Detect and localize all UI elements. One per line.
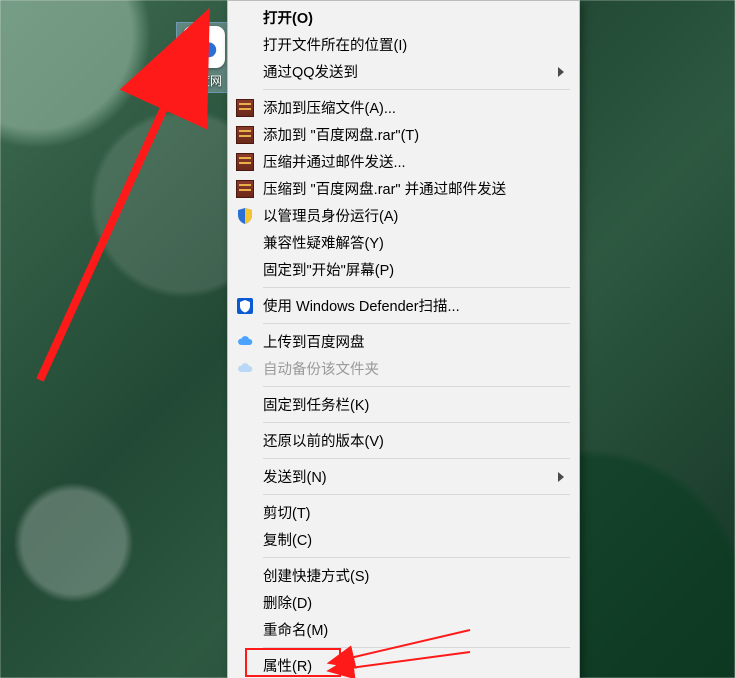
menu-open[interactable]: 打开(O) — [229, 4, 578, 31]
uac-shield-icon — [236, 207, 254, 225]
menu-separator — [263, 494, 570, 495]
winrar-icon — [236, 153, 254, 171]
menu-delete-label: 删除(D) — [263, 592, 312, 613]
menu-baidu-upload[interactable]: 上传到百度网盘 — [229, 328, 578, 355]
menu-qq-send-label: 通过QQ发送到 — [263, 61, 358, 82]
menu-compat-troubleshoot[interactable]: 兼容性疑难解答(Y) — [229, 229, 578, 256]
menu-baidu-upload-label: 上传到百度网盘 — [263, 331, 365, 352]
menu-pin-start[interactable]: 固定到"开始"屏幕(P) — [229, 256, 578, 283]
menu-baidu-auto-backup: 自动备份该文件夹 — [229, 355, 578, 382]
menu-separator — [263, 422, 570, 423]
menu-separator — [263, 557, 570, 558]
menu-defender-label: 使用 Windows Defender扫描... — [263, 295, 460, 316]
menu-rar-add-named-label: 添加到 "百度网盘.rar"(T) — [263, 124, 419, 145]
menu-copy[interactable]: 复制(C) — [229, 526, 578, 553]
menu-separator — [263, 323, 570, 324]
submenu-arrow-icon — [558, 472, 564, 482]
menu-rar-add[interactable]: 添加到压缩文件(A)... — [229, 94, 578, 121]
menu-rar-add-label: 添加到压缩文件(A)... — [263, 97, 396, 118]
menu-rar-email[interactable]: 压缩并通过邮件发送... — [229, 148, 578, 175]
menu-pin-taskbar[interactable]: 固定到任务栏(K) — [229, 391, 578, 418]
menu-separator — [263, 386, 570, 387]
menu-separator — [263, 647, 570, 648]
menu-copy-label: 复制(C) — [263, 529, 312, 550]
desktop-icon-baidu-netdisk[interactable]: 百度网 — [176, 22, 232, 93]
menu-properties-label: 属性(R) — [263, 655, 312, 676]
submenu-arrow-icon — [558, 67, 564, 77]
menu-compat-label: 兼容性疑难解答(Y) — [263, 232, 384, 253]
menu-rename[interactable]: 重命名(M) — [229, 616, 578, 643]
menu-restore-previous-versions[interactable]: 还原以前的版本(V) — [229, 427, 578, 454]
windows-defender-icon — [236, 297, 254, 315]
menu-rar-email-label: 压缩并通过邮件发送... — [263, 151, 406, 172]
menu-open-label: 打开(O) — [263, 7, 313, 28]
menu-send-to-label: 发送到(N) — [263, 466, 327, 487]
menu-cut[interactable]: 剪切(T) — [229, 499, 578, 526]
menu-qq-send[interactable]: 通过QQ发送到 — [229, 58, 578, 85]
menu-create-shortcut[interactable]: 创建快捷方式(S) — [229, 562, 578, 589]
menu-properties[interactable]: 属性(R) — [229, 652, 578, 678]
menu-open-location-label: 打开文件所在的位置(I) — [263, 34, 407, 55]
menu-send-to[interactable]: 发送到(N) — [229, 463, 578, 490]
menu-rar-named-email[interactable]: 压缩到 "百度网盘.rar" 并通过邮件发送 — [229, 175, 578, 202]
menu-rar-add-named[interactable]: 添加到 "百度网盘.rar"(T) — [229, 121, 578, 148]
menu-cut-label: 剪切(T) — [263, 502, 311, 523]
menu-separator — [263, 458, 570, 459]
menu-restore-prev-label: 还原以前的版本(V) — [263, 430, 384, 451]
menu-rar-named-email-label: 压缩到 "百度网盘.rar" 并通过邮件发送 — [263, 178, 506, 199]
context-menu: 打开(O) 打开文件所在的位置(I) 通过QQ发送到 添加到压缩文件(A)...… — [227, 0, 580, 678]
menu-run-as-admin[interactable]: 以管理员身份运行(A) — [229, 202, 578, 229]
menu-baidu-backup-label: 自动备份该文件夹 — [263, 358, 379, 379]
menu-pin-start-label: 固定到"开始"屏幕(P) — [263, 259, 394, 280]
winrar-icon — [236, 180, 254, 198]
menu-create-shortcut-label: 创建快捷方式(S) — [263, 565, 369, 586]
menu-rename-label: 重命名(M) — [263, 619, 328, 640]
winrar-icon — [236, 126, 254, 144]
menu-separator — [263, 89, 570, 90]
menu-separator — [263, 287, 570, 288]
menu-delete[interactable]: 删除(D) — [229, 589, 578, 616]
winrar-icon — [236, 99, 254, 117]
baidu-netdisk-icon — [183, 26, 225, 68]
desktop-icon-label: 百度网 — [186, 72, 222, 89]
menu-defender-scan[interactable]: 使用 Windows Defender扫描... — [229, 292, 578, 319]
baidu-cloud-icon — [236, 333, 254, 351]
menu-pin-taskbar-label: 固定到任务栏(K) — [263, 394, 369, 415]
menu-open-file-location[interactable]: 打开文件所在的位置(I) — [229, 31, 578, 58]
baidu-cloud-icon — [236, 360, 254, 378]
menu-run-as-admin-label: 以管理员身份运行(A) — [263, 205, 398, 226]
